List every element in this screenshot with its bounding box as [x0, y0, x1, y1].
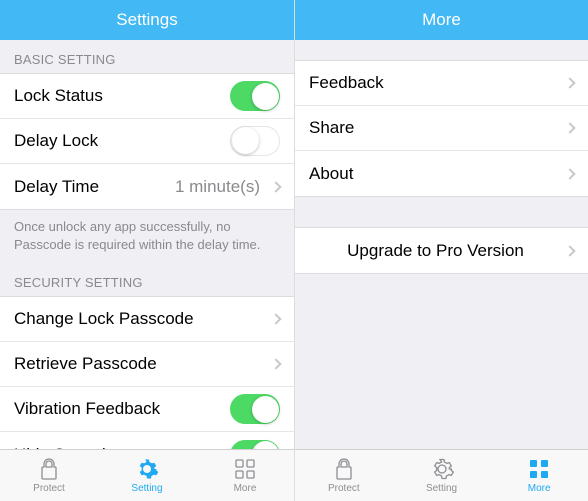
toggle-vibration[interactable]	[230, 394, 280, 424]
label-lock-status: Lock Status	[14, 86, 230, 106]
gear-icon	[135, 457, 159, 481]
chevron-right-icon	[564, 77, 575, 88]
tab-label: Setting	[131, 483, 162, 494]
section-header-security: SECURITY SETTING	[0, 263, 294, 296]
more-content: Feedback Share About Upgrade to Pro Vers…	[295, 40, 588, 449]
row-share[interactable]: Share	[295, 106, 588, 151]
row-upgrade[interactable]: Upgrade to Pro Version	[295, 228, 588, 273]
row-vibration[interactable]: Vibration Feedback	[0, 387, 294, 432]
tabbar-left: Protect Setting More	[0, 449, 294, 501]
tab-more[interactable]: More	[196, 450, 294, 501]
label-about: About	[309, 164, 562, 184]
row-lock-status[interactable]: Lock Status	[0, 74, 294, 119]
chevron-right-icon	[270, 181, 281, 192]
tab-label: Protect	[33, 483, 65, 494]
tab-label: More	[234, 483, 257, 494]
gear-icon	[430, 457, 454, 481]
tab-setting[interactable]: Setting	[98, 450, 196, 501]
tab-more[interactable]: More	[490, 450, 588, 501]
screen-more: More Feedback Share About Upgrade to Pro…	[294, 0, 588, 501]
value-delay-time: 1 minute(s)	[175, 177, 260, 197]
tab-label: Protect	[328, 483, 360, 494]
label-delay-time: Delay Time	[14, 177, 175, 197]
label-share: Share	[309, 118, 562, 138]
tab-setting[interactable]: Setting	[393, 450, 491, 501]
row-feedback[interactable]: Feedback	[295, 61, 588, 106]
lock-icon	[334, 457, 354, 481]
group-security: Change Lock Passcode Retrieve Passcode V…	[0, 296, 294, 449]
toggle-hide-snapshot[interactable]	[230, 440, 280, 449]
label-delay-lock: Delay Lock	[14, 131, 230, 151]
label-change-passcode: Change Lock Passcode	[14, 309, 268, 329]
settings-content: BASIC SETTING Lock Status Delay Lock Del…	[0, 40, 294, 449]
group-basic: Lock Status Delay Lock Delay Time 1 minu…	[0, 73, 294, 210]
section-header-basic: BASIC SETTING	[0, 40, 294, 73]
row-change-passcode[interactable]: Change Lock Passcode	[0, 297, 294, 342]
header-title: More	[295, 0, 588, 40]
grid-icon	[235, 457, 255, 481]
row-retrieve-passcode[interactable]: Retrieve Passcode	[0, 342, 294, 387]
toggle-delay-lock[interactable]	[230, 126, 280, 156]
chevron-right-icon	[270, 313, 281, 324]
tab-protect[interactable]: Protect	[295, 450, 393, 501]
group-more: Feedback Share About	[295, 60, 588, 197]
tab-label: Setting	[426, 483, 457, 494]
tabbar-right: Protect Setting More	[295, 449, 588, 501]
tab-label: More	[528, 483, 551, 494]
chevron-right-icon	[564, 245, 575, 256]
chevron-right-icon	[564, 168, 575, 179]
tab-protect[interactable]: Protect	[0, 450, 98, 501]
toggle-lock-status[interactable]	[230, 81, 280, 111]
label-feedback: Feedback	[309, 73, 562, 93]
screen-settings: Settings BASIC SETTING Lock Status Delay…	[0, 0, 294, 501]
group-upgrade: Upgrade to Pro Version	[295, 227, 588, 274]
section-footer-basic: Once unlock any app successfully, no Pas…	[0, 210, 294, 263]
row-delay-time[interactable]: Delay Time 1 minute(s)	[0, 164, 294, 209]
row-hide-snapshot[interactable]: Hide Snapshot	[0, 432, 294, 449]
lock-icon	[39, 457, 59, 481]
header-title: Settings	[0, 0, 294, 40]
chevron-right-icon	[564, 122, 575, 133]
row-about[interactable]: About	[295, 151, 588, 196]
label-vibration: Vibration Feedback	[14, 399, 230, 419]
chevron-right-icon	[270, 358, 281, 369]
grid-icon	[529, 457, 549, 481]
row-delay-lock[interactable]: Delay Lock	[0, 119, 294, 164]
label-retrieve-passcode: Retrieve Passcode	[14, 354, 268, 374]
label-upgrade: Upgrade to Pro Version	[309, 241, 562, 261]
